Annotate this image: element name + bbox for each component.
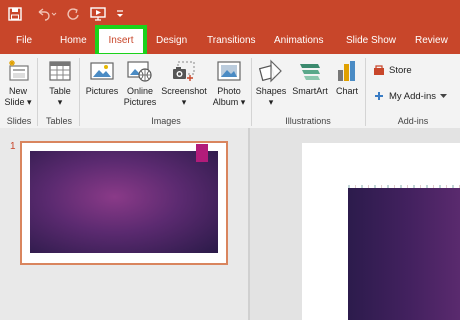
group-label-slides: Slides: [6, 116, 32, 126]
my-addins-icon: [375, 92, 383, 100]
redo-icon[interactable]: [64, 4, 82, 24]
smartart-label: SmartArt: [292, 86, 328, 96]
screenshot-button[interactable]: Screenshot ▾: [160, 58, 208, 108]
photo-album-button[interactable]: Photo Album ▾: [211, 58, 247, 108]
slide-thumbnail-background: [30, 151, 218, 253]
group-label-images: Images: [151, 116, 181, 126]
my-addins-dropdown-icon: [440, 93, 447, 98]
tab-insert[interactable]: Insert: [95, 25, 147, 57]
table-icon: [45, 58, 75, 84]
tab-design[interactable]: Design: [156, 28, 187, 54]
slide-background-image[interactable]: [348, 188, 460, 320]
store-button[interactable]: Store: [373, 64, 412, 76]
shapes-label: Shapes ▾: [255, 86, 287, 107]
slide-number: 1: [10, 141, 16, 152]
tab-slide-show[interactable]: Slide Show: [346, 28, 396, 54]
group-label-illustrations: Illustrations: [285, 116, 331, 126]
smartart-button[interactable]: SmartArt: [289, 58, 331, 97]
tab-home[interactable]: Home: [60, 28, 87, 54]
pictures-label: Pictures: [85, 86, 119, 96]
table-button[interactable]: Table ▾: [45, 58, 75, 108]
shapes-button[interactable]: Shapes ▾: [255, 58, 287, 108]
online-pictures-icon: [121, 58, 159, 84]
pictures-icon: [85, 58, 119, 84]
photo-album-label: Photo Album ▾: [212, 86, 246, 107]
start-from-beginning-icon[interactable]: [88, 4, 108, 24]
my-addins-button[interactable]: My Add-ins: [373, 90, 447, 102]
new-slide-icon: [2, 58, 34, 84]
save-icon[interactable]: [4, 4, 26, 24]
screenshot-label: Screenshot ▾: [161, 86, 207, 107]
pictures-button[interactable]: Pictures: [85, 58, 119, 97]
shapes-icon: [255, 58, 287, 84]
chart-button[interactable]: Chart: [333, 58, 361, 97]
tab-transitions[interactable]: Transitions: [207, 28, 256, 54]
tab-review[interactable]: Review: [415, 28, 448, 54]
store-icon: [374, 65, 384, 75]
slide-thumbnail-accent: [196, 144, 208, 162]
screenshot-icon: [160, 58, 208, 84]
new-slide-button[interactable]: New Slide ▾: [2, 58, 34, 108]
tab-animations[interactable]: Animations: [274, 28, 323, 54]
table-label: Table ▾: [49, 86, 71, 107]
store-label: Store: [389, 64, 412, 76]
slide-image-edge: [348, 185, 460, 188]
my-addins-label: My Add-ins: [389, 90, 436, 102]
online-pictures-button[interactable]: Online Pictures: [121, 58, 159, 108]
smartart-icon: [289, 58, 331, 84]
online-pictures-label: Online Pictures: [123, 86, 157, 107]
group-separator: [79, 58, 80, 126]
group-label-addins: Add-ins: [397, 116, 429, 126]
new-slide-label: New Slide ▾: [4, 86, 32, 107]
chart-label: Chart: [335, 86, 358, 96]
group-label-tables: Tables: [45, 116, 72, 126]
chart-icon: [333, 58, 361, 84]
undo-icon[interactable]: [34, 4, 58, 24]
tab-file[interactable]: File: [16, 28, 32, 54]
photo-album-icon: [211, 58, 247, 84]
customize-qat-icon[interactable]: [114, 4, 126, 24]
